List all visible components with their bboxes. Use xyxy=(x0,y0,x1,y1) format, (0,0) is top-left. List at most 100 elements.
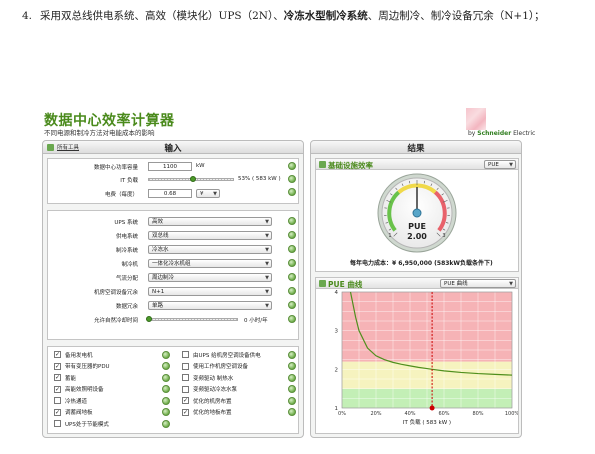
electricity-help-button[interactable] xyxy=(288,188,296,196)
free-cooling-slider[interactable] xyxy=(148,318,238,321)
option-label: 优化的地板布置 xyxy=(193,410,232,416)
option-help-button[interactable] xyxy=(288,373,296,382)
system-label: 机房空调设备冗余 xyxy=(93,290,138,296)
option-help-button[interactable] xyxy=(162,385,170,393)
option-checkbox[interactable] xyxy=(182,374,189,381)
capacity-label: 数据中心功率容量 xyxy=(93,165,138,171)
result-panel-title: 结果 xyxy=(407,144,425,154)
option-help-button[interactable] xyxy=(288,362,296,370)
it-load-label: IT 负载 xyxy=(120,178,138,184)
system-label: 气流分配 xyxy=(115,276,138,282)
efficiency-box: 基础设施效率 PUE ▼ PUE 2.00 1 3 每年电力成本：¥ 6,950… xyxy=(315,158,519,272)
pue-curve-box: PUE 曲线 PUE 曲线 ▼ 1 2 3 4 0% 20% 40% 60% 80% 100% IT … xyxy=(315,277,519,434)
option-checkbox[interactable]: ✓ xyxy=(182,397,189,404)
systems-box: UPS 系统 高效 ▼ 供电系统 双总线 ▼ 制冷系统 冷冻水 ▼ 制冷机 一体化冷水机组 ▼ 气流分配… xyxy=(47,210,299,340)
option-help-button[interactable] xyxy=(162,350,170,359)
curve-select[interactable]: PUE 曲线 ▼ xyxy=(440,279,516,288)
pue-curve-header: PUE 曲线 PUE 曲线 ▼ xyxy=(316,278,518,289)
option-label: 使用工作机房空调设备 xyxy=(193,364,249,370)
result-panel: 结果 基础设施效率 PUE ▼ PUE 2.00 1 3 每年电力成本：¥ 6,… xyxy=(310,140,522,438)
system-select[interactable]: N+1 ▼ xyxy=(148,287,272,296)
doc-text-1: 采用双总线供电系统、高效（模块化）UPS（2N）、 xyxy=(40,10,284,22)
option-help-button[interactable] xyxy=(288,385,296,393)
it-load-slider-knob[interactable] xyxy=(189,176,196,182)
option-checkbox[interactable]: ✓ xyxy=(54,385,61,393)
option-help-button[interactable] xyxy=(162,419,170,428)
x-tick-label: 100% xyxy=(505,411,518,417)
option-help-button[interactable] xyxy=(288,396,296,405)
option-help-button[interactable] xyxy=(162,408,170,416)
option-checkbox[interactable]: ✓ xyxy=(54,408,61,416)
option-checkbox[interactable]: ✓ xyxy=(54,374,61,381)
free-cooling-value: 0 小时/年 xyxy=(244,318,268,324)
annual-cost-value: ¥ 6,950,000 (583kW负载条件下) xyxy=(392,260,493,267)
gauge-value: 2.00 xyxy=(407,232,427,241)
x-axis-label: IT 负载 ( 583 kW ) xyxy=(403,418,451,426)
system-help-button[interactable] xyxy=(288,259,296,267)
capacity-unit: kW xyxy=(196,163,205,169)
system-label: UPS 系统 xyxy=(114,220,138,226)
doc-bold-text: 冷冻水型制冷系统 xyxy=(283,10,368,22)
system-label: 制冷系统 xyxy=(115,248,138,254)
option-checkbox[interactable] xyxy=(182,385,189,393)
chart-icon xyxy=(319,280,326,287)
annual-cost-label: 每年电力成本： xyxy=(350,260,393,267)
option-help-button[interactable] xyxy=(162,373,170,382)
free-cooling-knob[interactable] xyxy=(146,316,152,322)
system-label: 制冷机 xyxy=(121,262,138,268)
option-checkbox[interactable]: ✓ xyxy=(182,408,189,416)
annual-cost: 每年电力成本：¥ 6,950,000 (583kW负载条件下) xyxy=(350,258,493,267)
brand-logo: by Schneider Electric xyxy=(468,130,536,137)
capacity-input[interactable]: 1100 xyxy=(148,162,192,171)
efficiency-title: 基础设施效率 xyxy=(328,161,373,170)
result-panel-header: 结果 xyxy=(311,141,521,154)
option-checkbox[interactable] xyxy=(54,397,61,404)
option-label: 高能效照明设备 xyxy=(65,387,104,393)
option-checkbox[interactable] xyxy=(54,420,61,427)
option-checkbox[interactable] xyxy=(182,351,189,358)
x-tick-label: 60% xyxy=(438,411,449,417)
option-help-button[interactable] xyxy=(288,408,296,416)
option-label: 蓄能 xyxy=(65,375,77,382)
system-select[interactable]: 单路 ▼ xyxy=(148,301,272,310)
doc-text-2: 、周边制冷、制冷设备冗余（N+1）； xyxy=(367,10,545,22)
option-help-button[interactable] xyxy=(162,396,170,405)
free-cooling-label: 允许自然冷却时间 xyxy=(93,318,138,324)
y-tick-label: 4 xyxy=(335,290,339,296)
option-checkbox[interactable] xyxy=(182,362,189,370)
system-select[interactable]: 高效 ▼ xyxy=(148,217,272,226)
option-help-button[interactable] xyxy=(288,350,296,359)
system-help-button[interactable] xyxy=(288,217,296,225)
system-label: 数据冗余 xyxy=(115,304,138,310)
currency-select[interactable]: ¥ ▼ xyxy=(196,189,220,198)
system-help-button[interactable] xyxy=(288,245,296,253)
option-label: 优化的机房布置 xyxy=(193,398,232,405)
x-tick-label: 40% xyxy=(404,411,415,417)
input-panel: 所有工具 输入 数据中心功率容量 1100 kW IT 负载 53% ( 583… xyxy=(42,140,304,438)
system-select[interactable]: 周边制冷 ▼ xyxy=(148,273,272,282)
option-checkbox[interactable]: ✓ xyxy=(54,351,61,358)
system-help-button[interactable] xyxy=(288,231,296,239)
capacity-box: 数据中心功率容量 1100 kW IT 负载 53% ( 583 kW ) 电费… xyxy=(47,158,299,204)
free-cooling-help-button[interactable] xyxy=(288,315,296,323)
system-help-button[interactable] xyxy=(288,301,296,309)
system-select[interactable]: 双总线 ▼ xyxy=(148,231,272,240)
x-tick-label: 80% xyxy=(472,411,483,417)
system-select[interactable]: 一体化冷水机组 ▼ xyxy=(148,259,272,268)
system-select[interactable]: 冷冻水 ▼ xyxy=(148,245,272,254)
input-panel-header: 所有工具 输入 xyxy=(43,141,303,154)
gauge-max-label: 3 xyxy=(442,233,445,239)
it-load-help-button[interactable] xyxy=(288,175,296,183)
electricity-input[interactable]: 0.68 xyxy=(148,189,192,198)
pue-gauge: PUE 2.00 1 3 xyxy=(377,173,457,253)
system-help-button[interactable] xyxy=(288,287,296,295)
metric-select[interactable]: PUE ▼ xyxy=(484,160,516,169)
it-load-value: 53% ( 583 kW ) xyxy=(238,176,281,182)
gauge-min-label: 1 xyxy=(388,233,391,239)
option-help-button[interactable] xyxy=(162,362,170,370)
system-help-button[interactable] xyxy=(288,273,296,281)
pue-curve-chart: 12340% 20% 40% 60% 80% 100%IT 负载 ( 583 kW ) xyxy=(335,290,519,426)
capacity-help-button[interactable] xyxy=(288,162,296,170)
option-checkbox[interactable]: ✓ xyxy=(54,362,61,370)
app-subtitle: 不同电源和制冷方法对电能成本的影响 xyxy=(44,129,155,137)
